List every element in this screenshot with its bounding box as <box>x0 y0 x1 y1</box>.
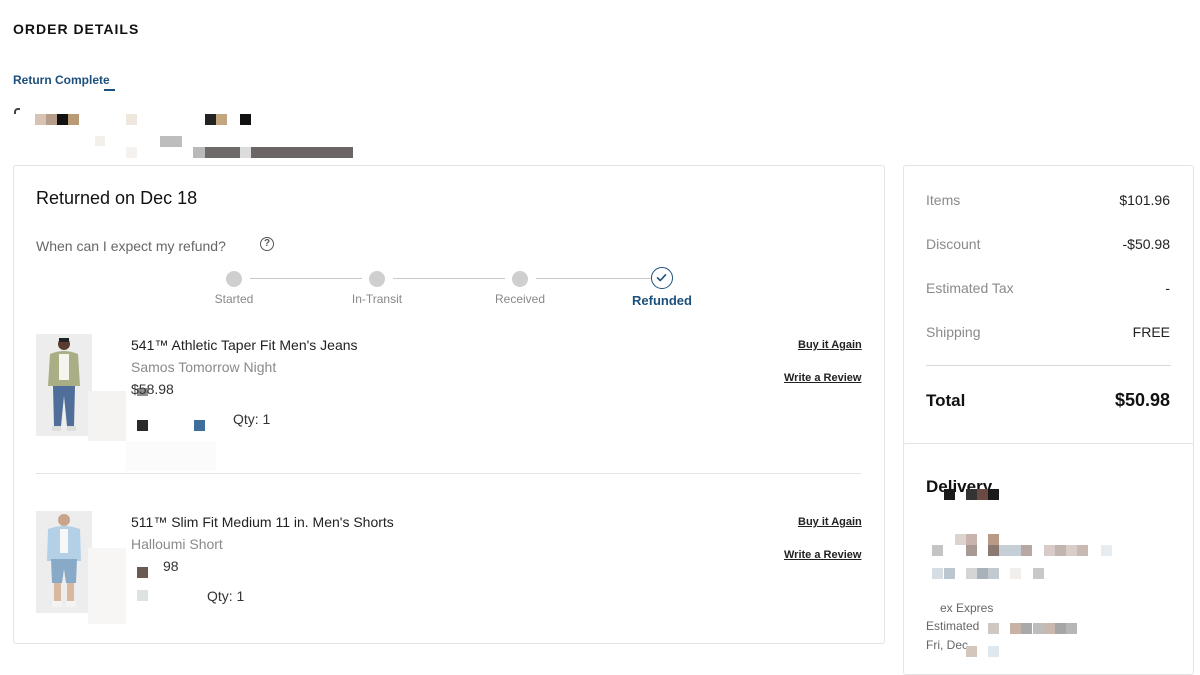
summary-tax-value: - <box>1165 280 1170 296</box>
product-image-shorts[interactable] <box>36 511 92 613</box>
buy-again-link[interactable]: Buy it Again <box>798 516 862 528</box>
delivery-estimated: Estimated <box>926 619 980 633</box>
summary-total-label: Total <box>926 391 966 410</box>
write-review-link[interactable]: Write a Review <box>784 549 861 561</box>
product-color: Samos Tomorrow Night <box>131 359 277 375</box>
step-dot-started <box>226 271 242 287</box>
step-label-received: Received <box>494 292 546 306</box>
summary-discount-label: Discount <box>926 236 981 252</box>
step-dot-received <box>512 271 528 287</box>
step-connector <box>536 278 651 279</box>
product-price: 98 <box>163 558 179 574</box>
refund-question[interactable]: When can I expect my refund? <box>36 238 226 254</box>
item-divider <box>36 473 861 474</box>
product-color: Halloumi Short <box>131 536 223 552</box>
summary-items-value: $101.96 <box>1119 192 1170 208</box>
summary-items-label: Items <box>926 192 961 208</box>
write-review-link[interactable]: Write a Review <box>784 372 861 384</box>
step-label-in-transit: In-Transit <box>351 292 403 306</box>
status-underline <box>104 89 115 91</box>
buy-again-link[interactable]: Buy it Again <box>798 339 862 351</box>
delivery-date: Fri, Dec <box>926 638 968 652</box>
summary-divider <box>926 365 1171 366</box>
returned-date-title: Returned on Dec 18 <box>36 188 198 208</box>
product-qty: Qty: 1 <box>207 588 245 604</box>
step-connector <box>393 278 505 279</box>
return-status-link[interactable]: Return Complete <box>13 73 110 87</box>
page-title: ORDER DETAILS <box>13 21 140 37</box>
question-circle-icon[interactable]: ? <box>260 237 274 251</box>
check-circle-icon <box>651 267 673 289</box>
product-qty: Qty: 1 <box>233 411 271 427</box>
delivery-carrier: ex Expres <box>940 601 994 615</box>
summary-total-value: $50.98 <box>1114 390 1170 410</box>
summary-shipping-label: Shipping <box>926 324 981 340</box>
step-dot-in-transit <box>369 271 385 287</box>
product-image-jeans[interactable] <box>36 334 92 436</box>
product-price: $58.98 <box>131 381 174 397</box>
step-label-refunded: Refunded <box>632 293 692 308</box>
product-name[interactable]: 541™ Athletic Taper Fit Men's Jeans <box>131 337 358 353</box>
summary-discount-value: -$50.98 <box>1122 236 1170 252</box>
summary-shipping-value: FREE <box>1132 324 1170 340</box>
step-label-started: Started <box>214 292 254 306</box>
product-name[interactable]: 511™ Slim Fit Medium 11 in. Men's Shorts <box>131 514 394 530</box>
step-connector <box>250 278 362 279</box>
summary-tax-label: Estimated Tax <box>926 280 1014 296</box>
